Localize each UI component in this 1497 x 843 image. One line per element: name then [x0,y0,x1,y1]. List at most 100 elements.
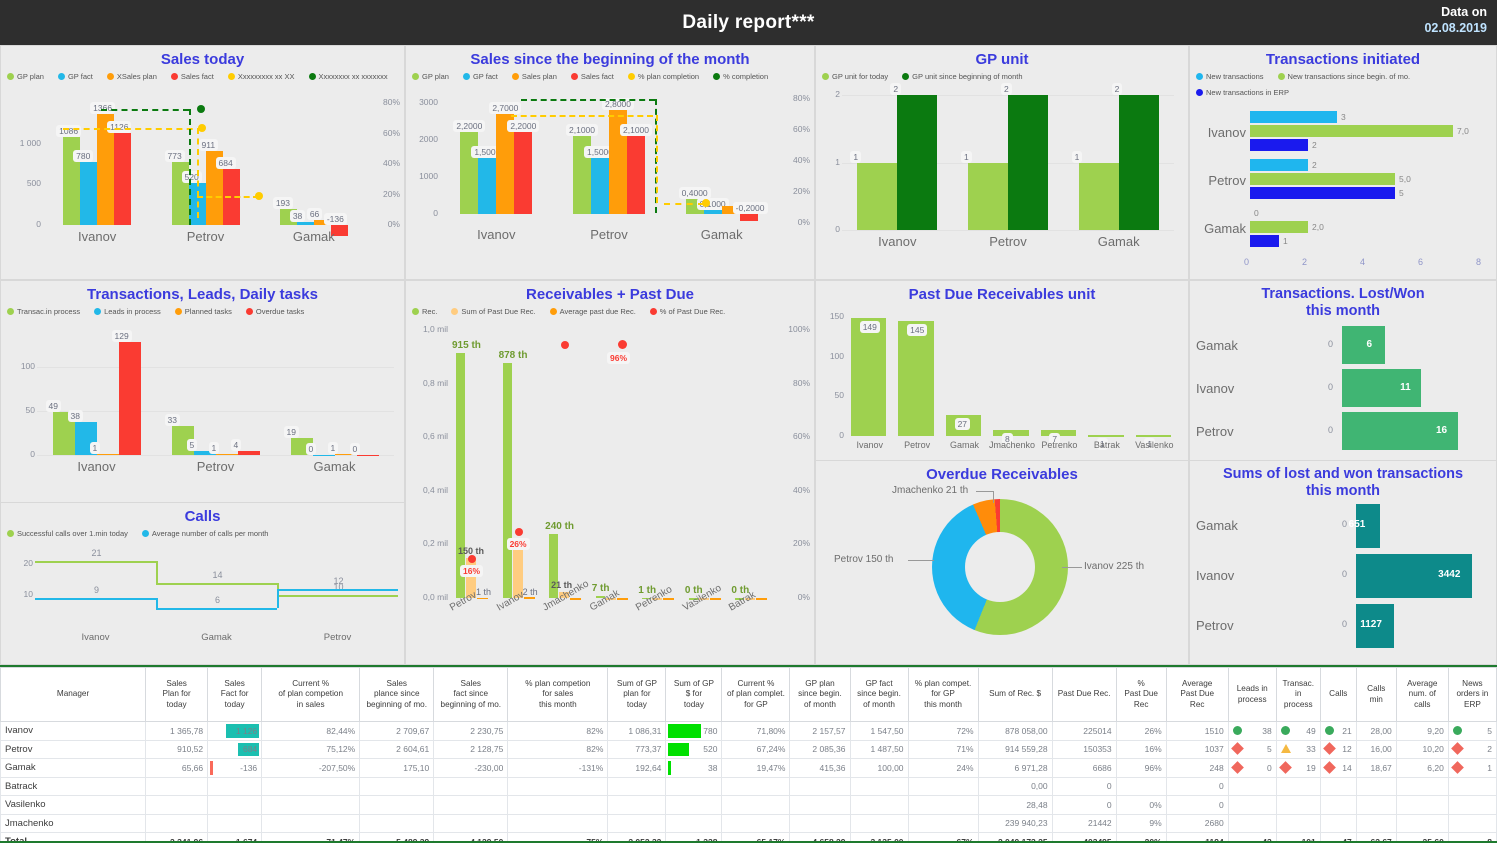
header-line: in sales [265,700,356,711]
table-header-10[interactable]: GP plansince begin.of month [790,668,850,722]
table-header-11[interactable]: GP factsince begin.of month [850,668,908,722]
cell-value: 1 338 [696,837,717,843]
table-header-5[interactable]: Salesfact sincebeginning of mo. [434,668,508,722]
y-axis-tick: 50 [820,390,844,400]
x-axis-tick: 6 [1418,257,1423,267]
table-cell [1276,777,1320,796]
table-header-16[interactable]: AveragePast DueRec [1166,668,1228,722]
table-cell: 2 604,61 [360,740,434,759]
table-header-0[interactable]: Manager [1,668,146,722]
table-cell: 0,00 [978,777,1052,796]
legend-sales-today: GP planGP factXSales planSales factXxxxx… [1,68,404,81]
bar-value-label: 0 [350,443,361,455]
table-cell: 1510 [1166,722,1228,741]
table-header-14[interactable]: Past Due Rec. [1052,668,1116,722]
table-row[interactable]: Petrov910,5268475,12%2 604,612 128,7582%… [1,740,1497,759]
cell-value: 14 [1342,763,1351,773]
header-line: plance since [363,689,430,700]
cell-value: 10,20 [1423,744,1444,754]
panel-title-sales-month: Sales since the beginning of the month [406,46,814,68]
category-label: Gamak [941,440,988,450]
inline-databar [668,743,689,757]
y-axis-tick: 1000 [410,171,438,181]
panel-calls[interactable]: Calls Successful calls over 1.min todayA… [1,503,404,663]
table-cell: 684 [208,740,262,759]
legend-swatch [822,73,829,80]
legend-label: Planned tasks [185,307,232,316]
table-header-21[interactable]: Averagenum. ofcalls [1396,668,1448,722]
bar-value-label: 2 [1001,83,1012,95]
table-header-15[interactable]: %Past DueRec [1116,668,1166,722]
table-cell: 1 674 [208,833,262,843]
table-header-19[interactable]: Calls [1320,668,1356,722]
step-line-riser [277,589,279,608]
table-header-9[interactable]: Current %of plan complet.for GP [722,668,790,722]
table-header-6[interactable]: % plan competionfor salesthis month [508,668,608,722]
panel-receivables[interactable]: Receivables + Past Due Rec.Sum of Past D… [405,280,815,665]
header-line: in [1280,689,1317,700]
panel-transactions-leads-tasks[interactable]: Transactions, Leads, Daily tasks Transac… [1,281,404,503]
table-cell: 1 [1448,759,1496,778]
table-header-7[interactable]: Sum of GPplan fortoday [608,668,666,722]
panel-title-sales-today: Sales today [1,46,404,68]
legend-tld: Transac.in processLeads in processPlanne… [1,303,404,316]
table-header-12[interactable]: % plan compet.for GPthis month [908,668,978,722]
panel-sales-today[interactable]: Sales today GP planGP factXSales planSal… [0,45,405,280]
table-cell: 2 341,96 [146,833,208,843]
table-header-18[interactable]: Transac.inprocess [1276,668,1320,722]
status-diamond-icon [1451,742,1464,755]
won-value-label: 3442 [1430,569,1468,580]
table-cell [1276,814,1320,833]
bar [1136,435,1171,437]
cell-value: 19,47% [757,763,786,773]
cell-value: 0 [1267,763,1272,773]
pct-marker-dot [561,341,569,349]
table-cell: 1 547,50 [850,722,908,741]
header-line: Past Due Rec. [1056,689,1113,700]
table-cell: 96% [1116,759,1166,778]
status-circle-icon [1233,726,1242,735]
panel-transactions-lost-won[interactable]: Transactions. Lost/Wonthis month Gamak06… [1190,281,1496,461]
table-header-8[interactable]: Sum of GP$ fortoday [666,668,722,722]
table-header-13[interactable]: Sum of Rec. $ [978,668,1052,722]
y2-axis-tick: 100% [788,324,810,334]
panel-overdue-receivables[interactable]: Overdue Receivables Ivanov 225 thPetrov … [816,461,1188,663]
report-table-wrap[interactable]: ManagerSalesPlan fortodaySalesFact forto… [0,665,1497,843]
legend-swatch [309,73,316,80]
table-row[interactable]: Ivanov1 365,781 12682,44%2 709,672 230,7… [1,722,1497,741]
table-cell [434,814,508,833]
panel-transactions-initiated[interactable]: Transactions initiated New transactionsN… [1189,45,1497,280]
table-row[interactable]: Batrack0,0000 [1,777,1497,796]
cell-value: 71,47% [326,837,355,843]
table-cell: 0 [1166,777,1228,796]
legend-item: GP plan [7,72,44,81]
panel-sales-month[interactable]: Sales since the beginning of the month G… [405,45,815,280]
panel-past-due-unit[interactable]: Past Due Receivables unit 050100150149Iv… [816,281,1188,461]
x-axis-tick: 4 [1360,257,1365,267]
bar [460,132,478,213]
header-line: Fact for [211,689,258,700]
bar [740,214,758,221]
table-header-20[interactable]: Callsmin [1356,668,1396,722]
table-row[interactable]: Vasilenko28,4800%0 [1,796,1497,815]
table-row[interactable]: Gamak65,66-136-207,50%175,10-230,00-131%… [1,759,1497,778]
data-on-date: 02.08.2019 [1424,20,1487,36]
table-cell: 6,20 [1396,759,1448,778]
legend-label: Sum of Past Due Rec. [461,307,535,316]
table-header-2[interactable]: SalesFact fortoday [208,668,262,722]
table-header-4[interactable]: Salesplance sincebeginning of mo. [360,668,434,722]
pct-compl-line [521,99,655,101]
table-cell [1228,796,1276,815]
panel-gp-unit[interactable]: GP unit GP unit for todayGP unit since b… [815,45,1189,280]
bar [114,133,131,225]
table-header-22[interactable]: Newsorders inERP [1448,668,1496,722]
table-cell: 2 052,32 [608,833,666,843]
bar-value-label: 4 [231,439,242,451]
table-header-1[interactable]: SalesPlan fortoday [146,668,208,722]
table-header-3[interactable]: Current %of plan competionin sales [262,668,360,722]
table-cell: 415,36 [790,759,850,778]
table-cell: 5 489,39 [360,833,434,843]
panel-sums-lost-won[interactable]: Sums of lost and won transactionsthis mo… [1190,461,1496,663]
table-header-17[interactable]: Leads inprocess [1228,668,1276,722]
table-row[interactable]: Jmachenko239 940,23214429%2680 [1,814,1497,833]
